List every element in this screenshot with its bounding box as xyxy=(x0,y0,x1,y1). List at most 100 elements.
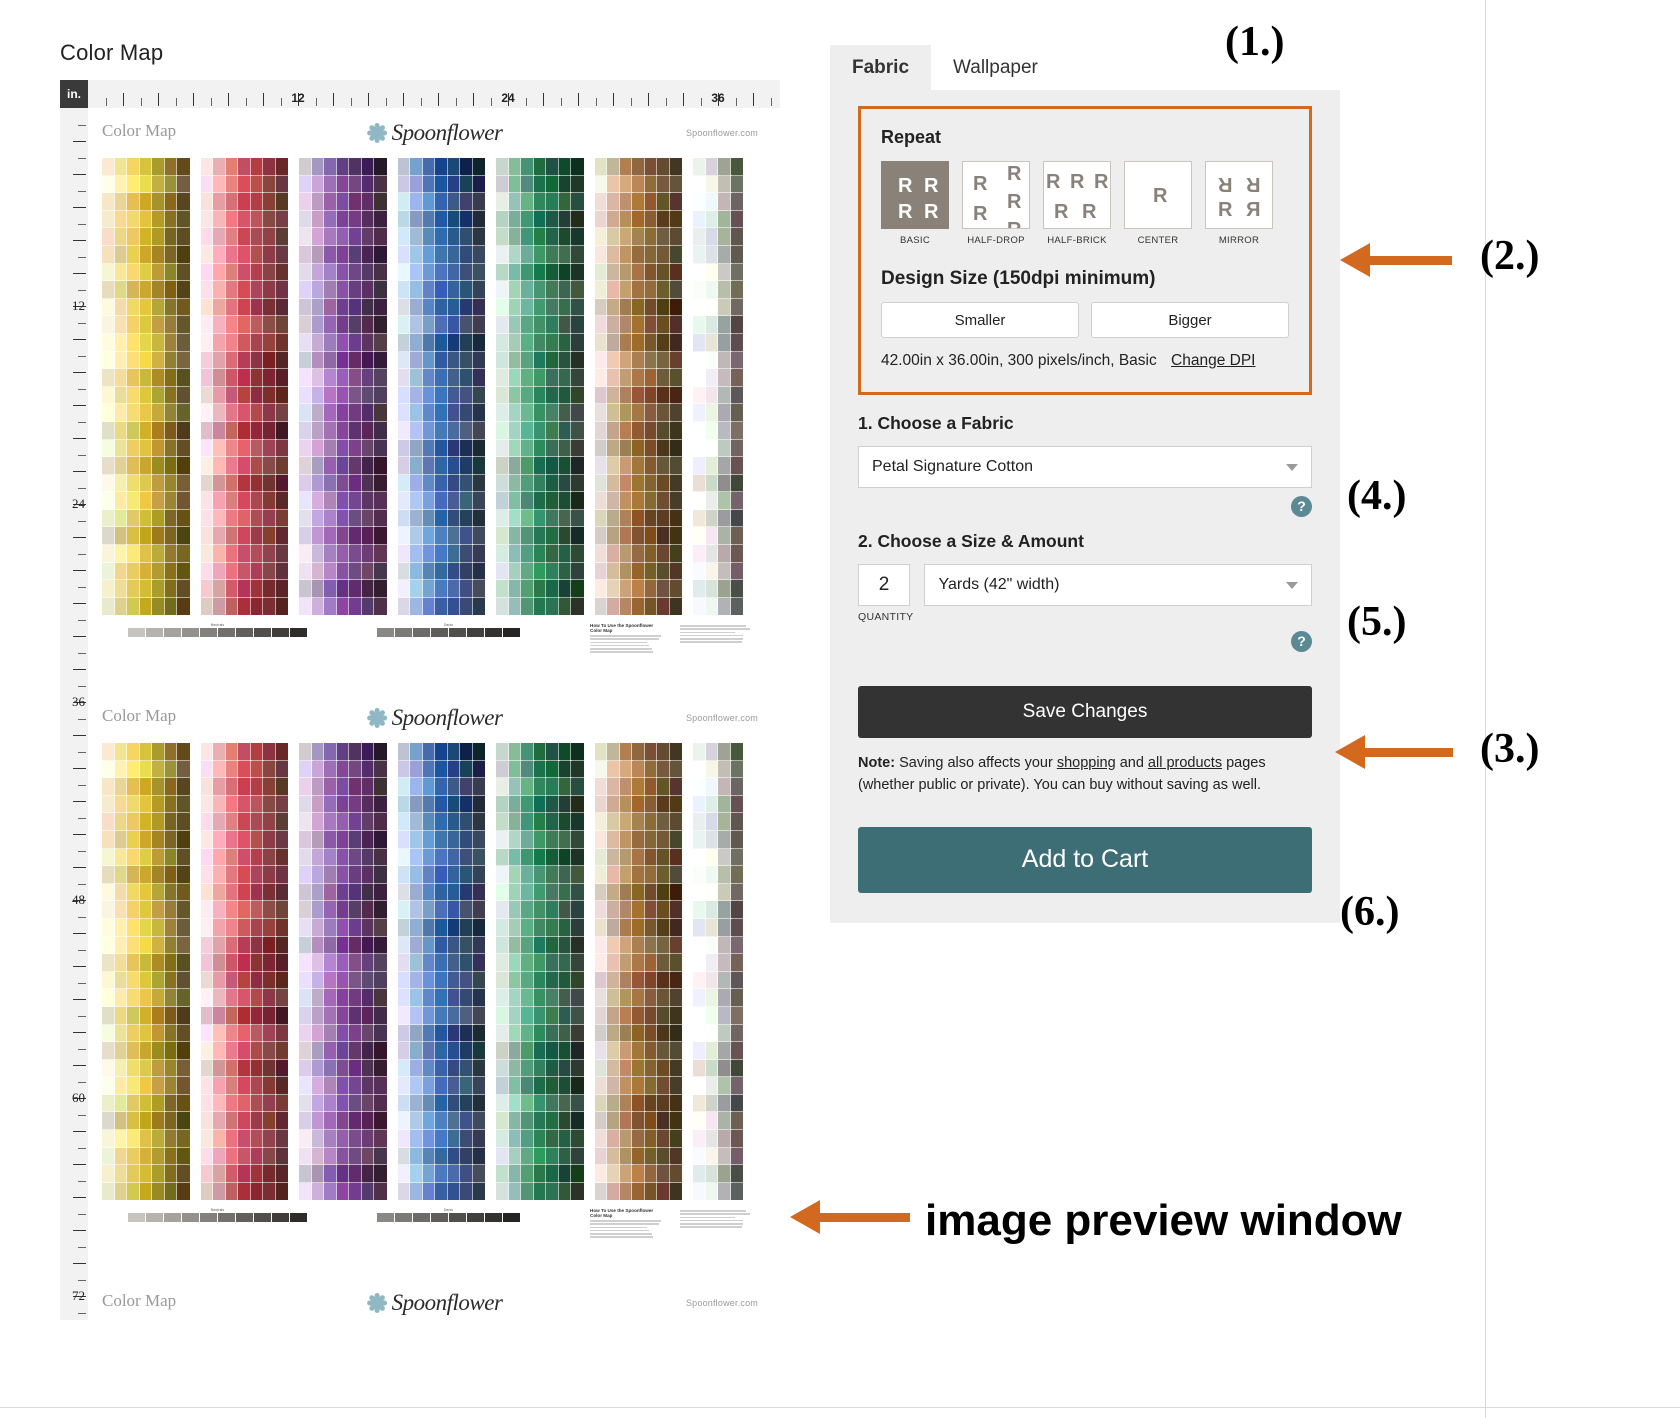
color-swatch xyxy=(618,157,633,177)
repeat-option-half-brick[interactable]: R R R R R HALF-BRICK xyxy=(1043,161,1111,246)
color-swatch xyxy=(262,192,277,212)
color-swatch xyxy=(323,1023,338,1044)
color-swatch xyxy=(274,596,289,617)
color-swatch xyxy=(101,1164,116,1184)
color-swatch xyxy=(668,579,683,599)
fabric-help-icon[interactable]: ? xyxy=(1291,496,1312,517)
color-swatch xyxy=(507,1076,522,1096)
color-swatch xyxy=(360,350,375,371)
color-group-reds-pinks xyxy=(199,742,289,1202)
color-swatch xyxy=(593,192,608,212)
color-swatch xyxy=(717,456,732,476)
repeat-option-center[interactable]: R CENTER xyxy=(1124,161,1192,246)
image-preview-window[interactable]: in. 12 24 36 12 24 36 48 60 72 Color Map Spoonfl… xyxy=(60,80,780,1320)
color-swatch xyxy=(446,262,461,283)
bigger-button[interactable]: Bigger xyxy=(1091,302,1289,338)
color-swatch xyxy=(113,1129,128,1149)
legend-swatch xyxy=(485,628,502,637)
color-swatch xyxy=(520,456,535,476)
repeat-option-half-drop[interactable]: RRRRRHALF-DROP xyxy=(962,161,1030,246)
ruler-label: 24 xyxy=(501,91,515,105)
color-swatch xyxy=(495,420,510,441)
shopping-link[interactable]: shopping xyxy=(1057,755,1116,771)
color-swatch xyxy=(421,900,436,920)
color-swatch xyxy=(101,332,116,353)
color-swatch xyxy=(138,157,153,177)
tab-fabric[interactable]: Fabric xyxy=(830,45,932,90)
add-to-cart-button[interactable]: Add to Cart xyxy=(858,826,1312,893)
color-swatch xyxy=(274,1058,289,1079)
color-swatch xyxy=(618,882,633,903)
color-swatch xyxy=(717,812,732,832)
color-swatch xyxy=(348,1093,363,1114)
fabric-select[interactable]: Petal Signature Cotton xyxy=(858,446,1312,488)
smaller-button[interactable]: Smaller xyxy=(881,302,1079,338)
color-swatch xyxy=(421,244,436,265)
color-swatch xyxy=(274,953,289,973)
color-swatch xyxy=(138,865,153,885)
color-swatch xyxy=(668,1041,683,1061)
design-canvas[interactable]: Color Map Spoonflower Spoonflower.com Neutr… xyxy=(88,108,780,1320)
color-swatch xyxy=(101,1129,116,1149)
size-unit-select[interactable]: Yards (42" width) xyxy=(924,564,1312,606)
color-swatch xyxy=(471,315,486,335)
ruler-tick xyxy=(78,256,86,258)
color-swatch xyxy=(520,209,535,230)
color-swatch xyxy=(570,332,585,353)
save-changes-button[interactable]: Save Changes xyxy=(858,686,1312,738)
color-swatch xyxy=(323,900,338,920)
color-swatch xyxy=(507,1146,522,1167)
color-swatch xyxy=(459,209,474,230)
color-swatch xyxy=(557,332,572,353)
quantity-input[interactable]: 2 xyxy=(858,564,910,606)
color-swatch xyxy=(668,174,683,195)
color-swatch xyxy=(262,209,277,230)
ruler-tick xyxy=(73,240,86,241)
color-swatch xyxy=(668,847,683,868)
color-swatch xyxy=(323,988,338,1008)
color-swatch xyxy=(151,262,166,283)
color-swatch xyxy=(113,157,128,177)
repeat-option-basic[interactable]: R R R R BASIC xyxy=(881,161,949,246)
legend-text-line xyxy=(590,648,652,650)
color-swatch xyxy=(298,473,313,494)
tab-wallpaper[interactable]: Wallpaper xyxy=(931,45,1060,90)
color-swatch xyxy=(409,953,424,973)
color-swatch xyxy=(224,420,239,441)
color-swatch xyxy=(606,262,621,283)
all-products-link[interactable]: all products xyxy=(1148,755,1222,771)
color-swatch xyxy=(692,777,707,797)
color-swatch xyxy=(593,953,608,973)
color-swatch xyxy=(593,174,608,195)
color-swatch xyxy=(495,777,510,797)
color-swatch xyxy=(421,491,436,511)
color-swatch xyxy=(668,759,683,780)
color-swatch xyxy=(101,596,116,617)
color-swatch xyxy=(237,742,252,762)
color-swatch xyxy=(348,1164,363,1184)
color-swatch xyxy=(459,829,474,850)
color-swatch xyxy=(409,865,424,885)
color-swatch xyxy=(729,1023,744,1044)
color-swatch xyxy=(126,953,141,973)
color-swatch xyxy=(446,970,461,991)
color-swatch xyxy=(249,508,264,529)
color-swatch xyxy=(323,456,338,476)
color-swatch xyxy=(237,157,252,177)
color-swatch xyxy=(717,1111,732,1132)
color-swatch xyxy=(446,759,461,780)
color-swatch xyxy=(606,865,621,885)
legend-text-line xyxy=(680,1226,743,1228)
size-help-icon[interactable]: ? xyxy=(1291,631,1312,652)
color-swatch xyxy=(335,420,350,441)
color-swatch xyxy=(631,596,646,617)
color-swatch xyxy=(323,1146,338,1167)
change-dpi-link[interactable]: Change DPI xyxy=(1171,352,1255,369)
color-swatch xyxy=(274,1111,289,1132)
repeat-option-mirror[interactable]: R R R R MIRROR xyxy=(1205,161,1273,246)
color-swatch xyxy=(593,561,608,582)
color-swatch xyxy=(373,1111,388,1132)
color-swatch xyxy=(151,1023,166,1044)
color-swatch xyxy=(126,1093,141,1114)
flower-icon xyxy=(366,122,388,144)
